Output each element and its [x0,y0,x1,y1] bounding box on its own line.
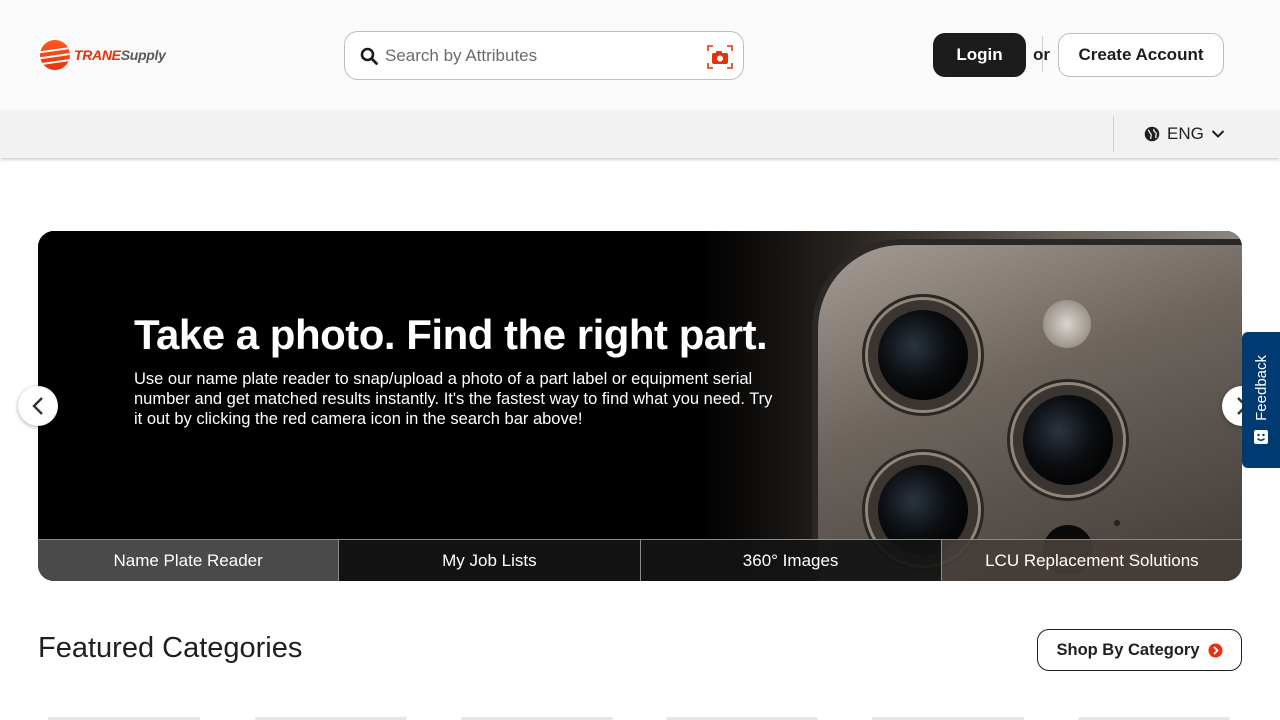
feedback-tab[interactable]: Feedback [1242,332,1280,468]
or-label: or [1033,45,1050,64]
chevron-right-circle-icon [1208,643,1223,657]
language-selector[interactable]: ENG [1144,124,1225,144]
shop-by-category-label: Shop By Category [1056,640,1200,659]
camera-icon[interactable] [707,44,733,70]
chevron-left-icon [32,397,43,415]
search-input[interactable] [385,42,685,70]
tab-360-images[interactable]: 360° Images [639,539,941,581]
logo-text-supply: Supply [120,47,166,63]
logo-text-trane: TRANE [74,47,121,63]
utility-bar: ENG [0,110,1280,158]
chevron-down-icon [1211,130,1225,138]
create-account-button[interactable]: Create Account [1058,33,1224,77]
language-label: ENG [1167,124,1204,143]
trane-supply-logo[interactable]: TRANESupply [40,40,166,70]
search-bar [344,31,744,80]
tab-name-plate-reader[interactable]: Name Plate Reader [38,539,339,581]
site-header: TRANESupply Login or Create Account [0,0,1280,110]
login-button[interactable]: Login [933,33,1026,77]
hero-carousel: Take a photo. Find the right part. Use o… [38,231,1242,581]
hero-tab-bar: Name Plate Reader My Job Lists 360° Imag… [38,539,1242,581]
globe-icon [1144,126,1160,142]
divider [1113,116,1114,152]
tab-my-job-lists[interactable]: My Job Lists [338,539,640,581]
phone-camera-image [812,239,1242,581]
hero-description: Use our name plate reader to snap/upload… [134,370,773,428]
featured-categories-heading: Featured Categories [38,632,303,664]
hero-title: Take a photo. Find the right part. [134,311,768,358]
tab-lcu-replacement-solutions[interactable]: LCU Replacement Solutions [940,539,1242,581]
search-icon[interactable] [360,47,378,65]
logo-wordmark: TRANESupply [74,47,166,63]
shop-by-category-button[interactable]: Shop By Category [1037,629,1242,671]
feedback-label: Feedback [1252,355,1270,421]
smiley-icon [1254,429,1268,444]
carousel-prev-button[interactable] [18,386,58,426]
trane-logo-icon [40,40,70,70]
